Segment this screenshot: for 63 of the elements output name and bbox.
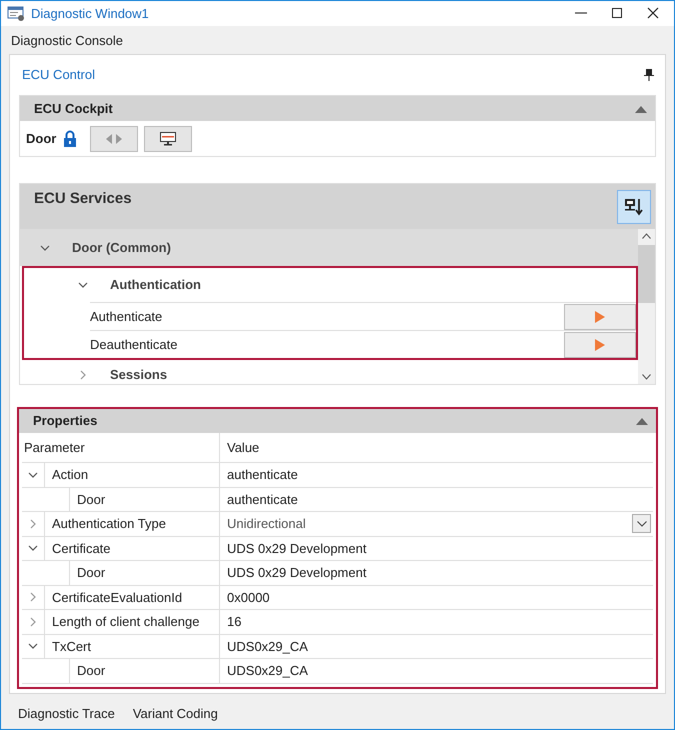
monitor-button[interactable]: [144, 126, 192, 152]
scrollbar[interactable]: [638, 229, 655, 384]
close-icon: [646, 6, 660, 20]
section-title: Properties: [33, 412, 98, 430]
dropdown-button[interactable]: [632, 514, 651, 534]
chevron-down-icon[interactable]: [28, 641, 38, 652]
chevron-right-icon[interactable]: [78, 370, 88, 380]
column-header[interactable]: Value: [219, 433, 653, 462]
collapse-arrow-icon[interactable]: [636, 417, 648, 425]
scroll-thumb[interactable]: [638, 245, 655, 303]
parameter-cell: Door: [69, 561, 219, 584]
value-text: UDS0x29_CA: [227, 638, 308, 656]
chevron-down-icon[interactable]: [78, 280, 88, 290]
chevron-down-icon[interactable]: [40, 242, 50, 252]
scroll-up-icon[interactable]: [642, 233, 651, 239]
maximize-icon: [610, 6, 624, 20]
value-text: UDS0x29_CA: [227, 662, 308, 680]
value-text: authenticate: [227, 466, 298, 484]
monitor-icon: [160, 132, 176, 146]
parameter-cell: Authentication Type: [44, 512, 219, 536]
chevron-right-icon[interactable]: [28, 616, 38, 627]
parameter-cell: Door: [69, 659, 219, 682]
collapse-arrow-icon[interactable]: [635, 104, 647, 112]
value-text: 0x0000: [227, 588, 270, 606]
play-icon: [595, 338, 605, 350]
chevron-down-icon[interactable]: [28, 543, 38, 554]
device-down-arrow-icon: [624, 197, 644, 217]
service-label[interactable]: Authenticate: [90, 306, 162, 326]
section-title: ECU Cockpit: [34, 100, 113, 118]
left-right-arrows-icon: [106, 134, 122, 144]
chevron-down-icon: [636, 520, 646, 527]
tree-item-label[interactable]: Authentication: [110, 275, 201, 295]
column-header[interactable]: Parameter: [22, 433, 219, 462]
window-app-icon: [7, 5, 25, 22]
value-text: UDS 0x29 Development: [227, 564, 366, 582]
parameter-cell: Action: [44, 463, 219, 486]
switch-button[interactable]: [90, 126, 138, 152]
parameter-cell: Length of client challenge: [44, 610, 219, 634]
section-title: ECU Services: [34, 189, 132, 209]
device-label: Door: [26, 130, 56, 148]
parameter-cell: Door: [69, 488, 219, 511]
sort-button[interactable]: [617, 190, 651, 224]
panel-title: ECU Control: [22, 66, 95, 84]
bottom-tab[interactable]: Diagnostic Trace: [18, 704, 115, 723]
value-text: 16: [227, 613, 242, 631]
chevron-down-icon[interactable]: [28, 470, 38, 480]
minimize-icon: [575, 12, 587, 14]
scroll-down-icon[interactable]: [642, 374, 651, 380]
tree-group-label[interactable]: Door (Common): [72, 238, 171, 258]
play-icon: [595, 310, 605, 322]
parameter-cell: TxCert: [44, 634, 219, 658]
value-text: UDS 0x29 Development: [227, 540, 366, 558]
window-title: Diagnostic Window1: [31, 4, 149, 23]
bottom-tab[interactable]: Variant Coding: [132, 704, 218, 723]
parameter-cell: CertificateEvaluationId: [44, 586, 219, 609]
chevron-right-icon[interactable]: [28, 518, 38, 529]
pin-icon[interactable]: [644, 68, 654, 81]
service-label[interactable]: Deauthenticate: [90, 334, 178, 354]
chevron-right-icon[interactable]: [28, 592, 38, 602]
tree-item-label[interactable]: Sessions: [110, 365, 168, 384]
value-text: authenticate: [227, 490, 298, 508]
value-text: Unidirectional: [227, 515, 306, 533]
parameter-cell: Certificate: [44, 536, 219, 560]
